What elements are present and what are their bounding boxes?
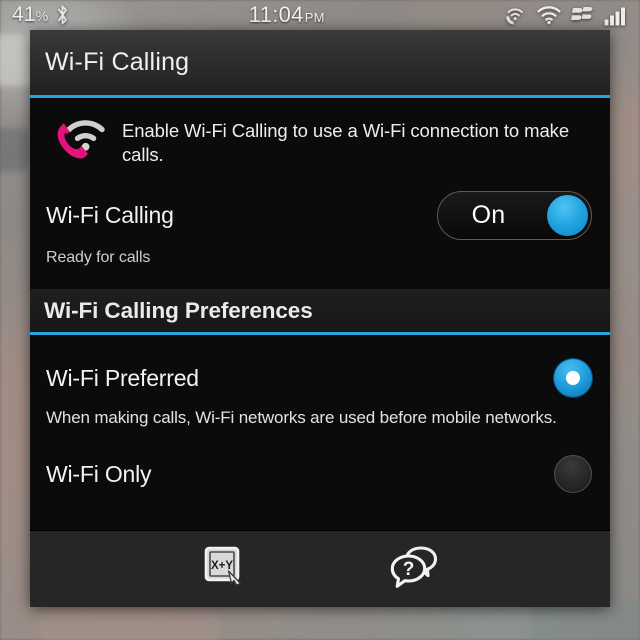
status-bar-left: 41% <box>0 3 70 27</box>
wifi-calling-toggle-row[interactable]: Wi-Fi Calling On <box>30 183 610 243</box>
option-row-wifi-preferred[interactable]: Wi-Fi Preferred <box>30 349 610 407</box>
bluetooth-icon <box>55 4 70 26</box>
keyboard-shortcuts-icon: X+Y <box>201 544 247 595</box>
page-title: Wi-Fi Calling <box>45 48 190 76</box>
battery-percent: 41% <box>12 3 49 26</box>
signal-bars-icon <box>604 5 630 26</box>
info-banner: Enable Wi-Fi Calling to use a Wi-Fi conn… <box>30 98 610 183</box>
wifi-calling-phone-icon <box>46 112 108 173</box>
wifi-icon <box>536 5 562 25</box>
status-bar-right <box>503 4 640 26</box>
clock-time: 11:04PM <box>248 2 325 27</box>
help-button[interactable]: ? <box>384 541 448 597</box>
dialog-header: Wi-Fi Calling <box>30 30 610 98</box>
option-label-wifi-only: Wi-Fi Only <box>46 460 152 487</box>
bottom-toolbar: X+Y ? <box>30 530 610 607</box>
status-bar: 41% 11:04PM <box>0 0 640 30</box>
preferences-section-header: Wi-Fi Calling Preferences <box>30 289 610 335</box>
wifi-calling-switch[interactable]: On <box>437 190 592 240</box>
wifi-calling-label: Wi-Fi Calling <box>46 201 174 228</box>
keyboard-shortcuts-button[interactable]: X+Y <box>192 541 256 597</box>
switch-value-label: On <box>471 200 506 229</box>
switch-knob[interactable] <box>547 194 588 236</box>
wifi-calling-status: Ready for calls <box>46 249 151 266</box>
radio-wifi-only[interactable] <box>554 455 592 494</box>
option-label-wifi-preferred: Wi-Fi Preferred <box>46 364 199 391</box>
dialog-body: Enable Wi-Fi Calling to use a Wi-Fi conn… <box>30 98 610 530</box>
preferences-section-title: Wi-Fi Calling Preferences <box>44 297 313 323</box>
radio-wifi-preferred[interactable] <box>554 359 592 397</box>
svg-text:?: ? <box>403 559 415 580</box>
blackberry-logo-icon <box>571 5 595 25</box>
wifi-calling-icon <box>503 4 527 26</box>
wifi-calling-dialog: Wi-Fi Calling Enable Wi-Fi Calling to us… <box>30 30 610 607</box>
svg-text:X+Y: X+Y <box>211 560 233 572</box>
status-bar-clock: 11:04PM <box>70 2 503 28</box>
option-row-wifi-only[interactable]: Wi-Fi Only <box>30 445 610 503</box>
phone-screen: 41% 11:04PM Wi-Fi Calling Enable Wi-Fi C… <box>0 0 640 640</box>
info-text: Enable Wi-Fi Calling to use a Wi-Fi conn… <box>122 120 570 165</box>
help-chat-icon: ? <box>390 544 442 595</box>
option-description-wifi-preferred: When making calls, Wi-Fi networks are us… <box>46 408 557 427</box>
